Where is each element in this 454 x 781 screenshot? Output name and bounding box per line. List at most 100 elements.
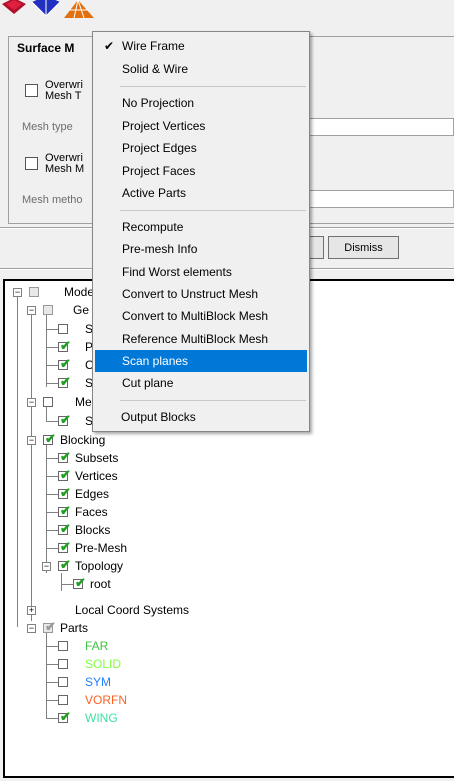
menu-item-label: Recompute [122,220,184,234]
expander-minus[interactable]: − [27,436,36,445]
menu-item-label: Reference MultiBlock Mesh [122,332,269,346]
tree-node-pre-mesh[interactable]: Pre-Mesh [75,541,127,555]
tree-node-vertices[interactable]: Vertices [75,469,118,483]
menu-item-label: Find Worst elements [122,265,232,279]
tree-line [46,458,58,459]
tree-line [46,664,58,665]
tree-line [46,700,58,701]
menu-item-project-edges[interactable]: Project Edges [95,137,307,159]
tree-node-part-solid[interactable]: SOLID [85,657,121,671]
tree-line [46,443,47,573]
tree-node-root[interactable]: root [90,577,111,591]
tree-node-model[interactable]: Mode [64,285,94,299]
tree-checkbox[interactable] [58,659,68,669]
menu-item-label: Project Edges [122,141,197,155]
tree-line [61,573,62,591]
menu-item-label: Cut plane [122,376,174,390]
tree-line [31,315,32,621]
check-icon: ✔ [45,431,56,446]
tree-line [46,512,58,513]
tree-line [61,584,73,585]
tree-node-topology[interactable]: Topology [75,559,123,573]
tree-node-mesh[interactable]: Me [75,395,92,409]
menu-item-convert-unstruct[interactable]: Convert to Unstruct Mesh [95,283,307,305]
surface-mesh-icon[interactable] [62,0,96,20]
expander-minus[interactable]: − [27,306,36,315]
tree-node-part-sym[interactable]: SYM [85,675,111,689]
context-menu: ✔ Wire Frame Solid & Wire No Projection … [92,31,310,432]
tree-checkbox[interactable] [58,695,68,705]
menu-item-reference-multiblock[interactable]: Reference MultiBlock Mesh [95,328,307,350]
check-icon: ✔ [60,356,71,371]
tree-checkbox[interactable] [43,305,53,315]
tree-checkbox[interactable] [58,641,68,651]
menu-item-label: Solid & Wire [122,62,189,76]
tree-checkbox[interactable] [58,324,68,334]
tree-node-local-coord[interactable]: Local Coord Systems [75,603,189,617]
tree-node-part-vorfn[interactable]: VORFN [85,693,127,707]
check-icon: ✔ [60,467,71,482]
tree-node-blocks[interactable]: Blocks [75,523,110,537]
menu-item-label: Convert to Unstruct Mesh [122,287,259,301]
overwrite-method-checkbox[interactable] [25,157,38,170]
menu-item-cut-plane[interactable]: Cut plane [95,372,307,394]
mesh-method-field[interactable] [308,190,454,208]
menu-item-no-projection[interactable]: No Projection [95,92,307,114]
tree-node-subsets[interactable]: Subsets [75,451,118,465]
check-icon: ✔ [60,709,71,724]
menu-item-label: Active Parts [122,186,187,200]
expander-minus[interactable]: − [13,288,22,297]
tree-line [46,365,58,366]
tree-line [46,407,47,421]
tree-line [46,631,47,719]
tree-checkbox[interactable] [58,677,68,687]
tree-node-part-wing[interactable]: WING [85,711,118,725]
tree-checkbox[interactable] [29,287,39,297]
dismiss-button[interactable]: Dismiss [328,236,399,259]
menu-item-solid-wire[interactable]: Solid & Wire [95,58,307,80]
tree-node-blocking[interactable]: Blocking [60,433,105,447]
menu-item-label: Wire Frame [122,39,185,53]
tree-line [46,718,58,719]
overwrite-template-label-2: Mesh T [45,90,82,102]
menu-separator [120,210,306,211]
expander-minus[interactable]: − [27,624,36,633]
menu-item-find-worst[interactable]: Find Worst elements [95,261,307,283]
check-icon: ✔ [60,503,71,518]
menu-item-project-vertices[interactable]: Project Vertices [95,115,307,137]
toolbar [0,0,454,22]
tree-checkbox[interactable] [43,397,53,407]
tree-node-part-far[interactable]: FAR [85,639,108,653]
menu-item-label: Pre-mesh Info [122,242,198,256]
tree-node-geometry[interactable]: Ge [73,303,89,317]
solid-cube-icon[interactable] [0,0,30,18]
tree-node-parts[interactable]: Parts [60,621,88,635]
tree-line [46,530,58,531]
menu-item-label: Scan planes [122,354,189,368]
menu-item-scan-planes[interactable]: Scan planes [95,350,307,372]
tree-node-edges[interactable]: Edges [75,487,109,501]
menu-item-convert-multiblock[interactable]: Convert to MultiBlock Mesh [95,305,307,327]
menu-item-wire-frame[interactable]: ✔ Wire Frame [95,35,307,57]
tree-line [46,347,58,348]
menu-item-active-parts[interactable]: Active Parts [95,182,307,204]
check-icon: ✔ [60,412,71,427]
mesh-method-label: Mesh metho [22,194,83,206]
menu-item-output-blocks[interactable]: Output Blocks [94,406,306,428]
check-icon: ✔ [60,521,71,536]
mesh-type-field[interactable] [308,118,454,136]
menu-item-project-faces[interactable]: Project Faces [95,160,307,182]
expander-minus[interactable]: − [27,398,36,407]
expander-plus[interactable]: + [27,606,36,615]
wire-cube-icon[interactable] [30,0,62,18]
tree-node-faces[interactable]: Faces [75,505,108,519]
overwrite-template-checkbox[interactable] [25,84,38,97]
menu-item-label: Project Vertices [122,119,206,133]
tree-line [17,297,18,627]
expander-minus[interactable]: − [42,562,51,571]
tree-line [46,421,58,422]
tree-line [46,383,58,384]
check-icon: ✔ [45,619,56,634]
menu-item-recompute[interactable]: Recompute [95,216,307,238]
menu-item-pre-mesh-info[interactable]: Pre-mesh Info [95,238,307,260]
